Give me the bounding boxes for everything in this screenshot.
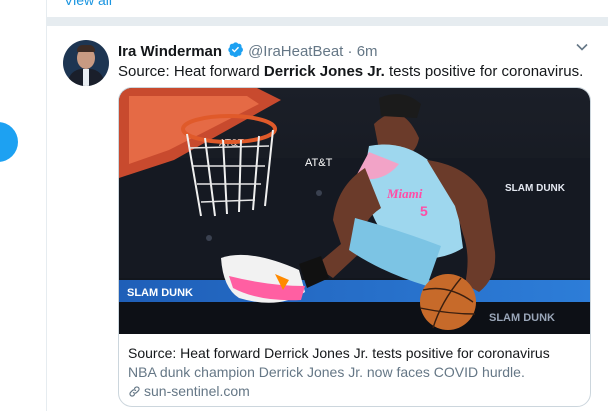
tweet-text-suffix: tests positive for coronavirus. xyxy=(384,63,584,80)
court-brand-text: AT&T xyxy=(305,157,333,169)
ad-board-right-text: SLAM DUNK xyxy=(489,312,555,324)
link-icon xyxy=(128,383,144,399)
card-photo[interactable]: AT&T SLAM DUNK SLAM DUNK SLAM DUNK AT&T … xyxy=(119,88,590,334)
compose-tweet-button[interactable] xyxy=(0,122,18,162)
link-card[interactable]: AT&T SLAM DUNK SLAM DUNK SLAM DUNK AT&T … xyxy=(118,87,591,407)
section-divider xyxy=(47,17,608,26)
author-name[interactable]: Ira Winderman xyxy=(118,43,222,60)
banner-right-text: SLAM DUNK xyxy=(505,183,566,194)
jersey-number: 5 xyxy=(420,203,428,219)
jersey-text: Miami xyxy=(386,186,423,201)
verified-badge-icon xyxy=(227,41,244,62)
card-domain[interactable]: sun-sentinel.com xyxy=(128,383,250,399)
card-domain-text: sun-sentinel.com xyxy=(144,383,250,399)
tweet-text-prefix: Source: Heat forward xyxy=(118,63,264,80)
tweet-header: Ira Winderman @IraHeatBeat · 6m xyxy=(118,41,378,62)
chevron-down-icon[interactable] xyxy=(575,40,589,54)
author-handle[interactable]: @IraHeatBeat xyxy=(248,43,343,60)
card-description: NBA dunk champion Derrick Jones Jr. now … xyxy=(128,364,525,380)
tweet-text: Source: Heat forward Derrick Jones Jr. t… xyxy=(118,63,583,80)
ad-board-left-text: SLAM DUNK xyxy=(127,287,193,299)
tweet-timestamp[interactable]: 6m xyxy=(357,43,378,60)
separator-dot: · xyxy=(347,43,353,60)
card-title[interactable]: Source: Heat forward Derrick Jones Jr. t… xyxy=(128,345,550,361)
avatar[interactable] xyxy=(63,40,109,86)
view-all-link[interactable]: View all xyxy=(64,0,112,8)
tweet[interactable]: Ira Winderman @IraHeatBeat · 6m Source: H… xyxy=(47,26,608,411)
left-sidebar xyxy=(0,0,46,411)
tweet-text-bold: Derrick Jones Jr. xyxy=(263,63,385,80)
timeline: View all Ira Winderman @IraHeatBeat · 6m … xyxy=(46,0,608,411)
